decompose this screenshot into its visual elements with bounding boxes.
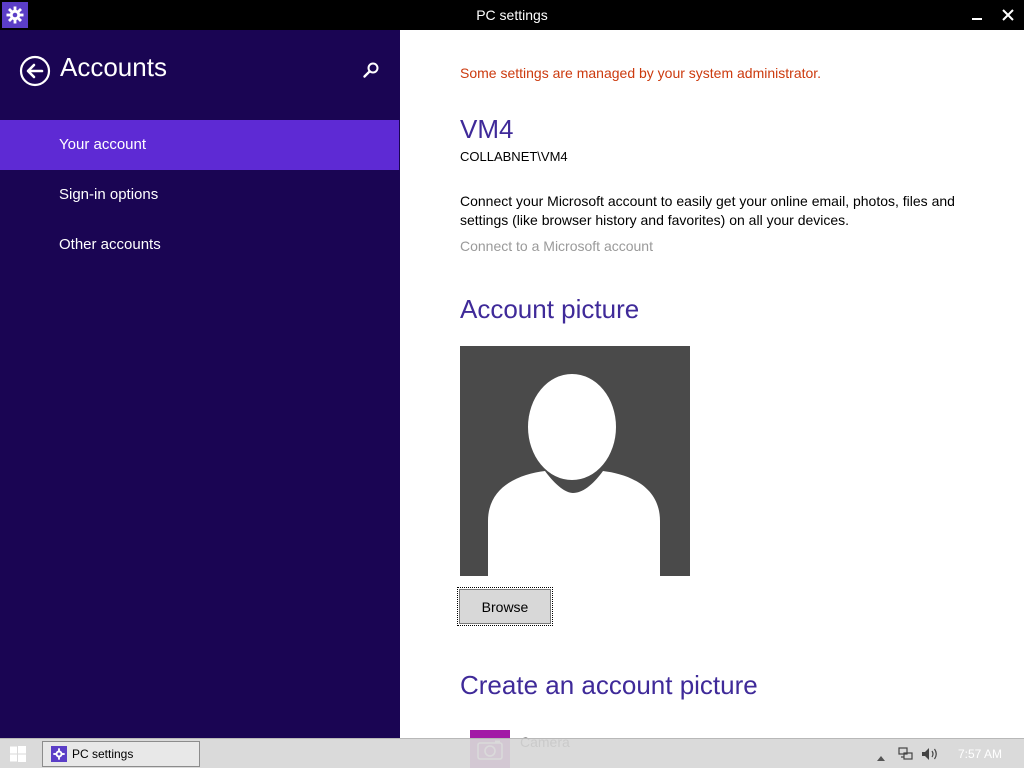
network-button[interactable] xyxy=(898,747,914,766)
close-button[interactable] xyxy=(993,0,1023,30)
sidebar: Accounts Your account Sign-in options Ot… xyxy=(0,30,400,738)
page-title: Accounts xyxy=(60,52,167,82)
user-name: VM4 xyxy=(460,114,514,144)
connect-description: Connect your Microsoft account to easily… xyxy=(460,193,955,228)
default-user-icon xyxy=(488,374,660,576)
avatar xyxy=(460,346,690,576)
chevron-up-icon xyxy=(877,756,885,761)
back-arrow-icon xyxy=(19,55,51,87)
taskbar-item-pc-settings[interactable]: PC settings xyxy=(42,741,200,767)
speaker-icon xyxy=(922,748,937,760)
windows-logo-icon xyxy=(10,746,26,762)
search-button[interactable] xyxy=(358,58,384,84)
search-icon xyxy=(363,62,379,78)
volume-button[interactable] xyxy=(921,747,939,766)
title-bar: PC settings xyxy=(0,0,1024,30)
taskbar-item-label: PC settings xyxy=(72,747,134,761)
sidebar-item-your-account[interactable]: Your account xyxy=(0,120,399,170)
connect-microsoft-account-link[interactable]: Connect to a Microsoft account xyxy=(460,238,653,254)
minimize-button[interactable] xyxy=(962,0,992,30)
main-content: Some settings are managed by your system… xyxy=(400,30,1024,768)
start-button[interactable] xyxy=(10,746,26,762)
create-account-picture-heading: Create an account picture xyxy=(460,670,758,700)
network-icon xyxy=(898,747,913,760)
sidebar-item-other-accounts[interactable]: Other accounts xyxy=(0,220,399,270)
sidebar-item-sign-in-options[interactable]: Sign-in options xyxy=(0,170,399,220)
taskbar: PC settings 7:57 AM xyxy=(0,738,1024,768)
browse-button[interactable]: Browse xyxy=(457,587,553,626)
back-button[interactable] xyxy=(19,55,51,87)
minimize-icon xyxy=(972,18,982,20)
account-picture-heading: Account picture xyxy=(460,294,640,324)
gear-icon xyxy=(51,746,67,762)
show-hidden-icons-button[interactable] xyxy=(876,749,886,767)
window-title: PC settings xyxy=(476,7,548,23)
sidebar-header: Accounts xyxy=(0,30,400,120)
clock[interactable]: 7:57 AM xyxy=(958,739,1002,768)
close-icon xyxy=(1002,9,1014,21)
admin-notice: Some settings are managed by your system… xyxy=(460,65,822,81)
domain-user: COLLABNET\VM4 xyxy=(460,149,568,164)
